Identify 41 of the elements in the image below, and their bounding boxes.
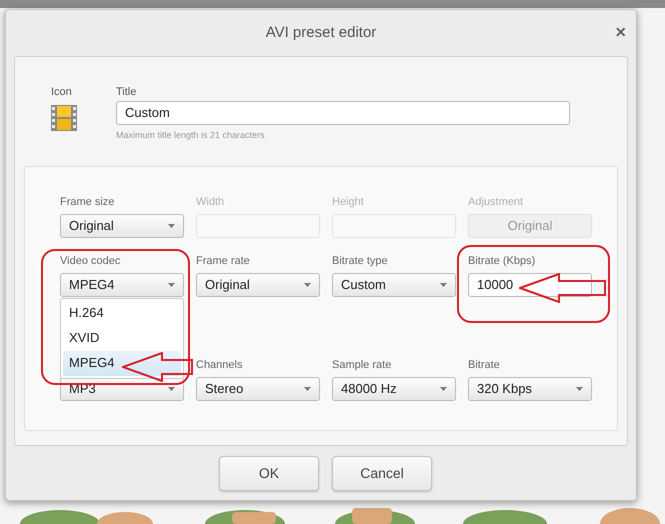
title-field[interactable]: Custom [116, 101, 570, 125]
arrow-icon [519, 273, 607, 303]
field-label: Width [196, 196, 226, 208]
dropdown[interactable]: 48000 Hz [332, 376, 456, 400]
caret-icon [168, 386, 175, 390]
dropdown-option[interactable]: XVID [63, 326, 181, 350]
dropdown[interactable]: Stereo [196, 376, 320, 400]
caret-icon [440, 282, 447, 286]
field-label: Bitrate [468, 358, 501, 372]
dropdown[interactable]: Original [196, 272, 320, 296]
icon-label: Icon [51, 86, 73, 99]
dropdown[interactable]: 320 Kbps [468, 376, 592, 400]
ok-button[interactable]: OK [219, 456, 319, 490]
input-field[interactable]: 10000 [468, 272, 592, 296]
field-label: Bitrate type [332, 254, 389, 268]
arrow-icon [122, 352, 194, 382]
caret-icon [576, 386, 583, 390]
field-label: Title [116, 86, 138, 99]
window-title: AVI preset editor [266, 22, 376, 43]
field-label: Adjustment [468, 196, 524, 208]
caret-icon [168, 282, 175, 286]
field-label: Sample rate [332, 358, 392, 372]
field-label: Frame rate [196, 254, 251, 268]
dropdown[interactable]: MPEG4 [60, 272, 184, 296]
caret-icon [304, 282, 311, 286]
hint-text: Maximum title length is 21 characters [116, 129, 266, 142]
field-label: Height [332, 196, 365, 208]
dropdown[interactable]: Original [60, 214, 184, 238]
field-label: Frame size [60, 196, 116, 208]
caret-icon [440, 386, 447, 390]
caret-icon [304, 386, 311, 390]
field-label: Bitrate (Kbps) [468, 254, 536, 268]
cancel-button[interactable]: Cancel [332, 456, 432, 490]
film-icon [51, 105, 77, 131]
dropdown-option[interactable]: H.264 [63, 300, 181, 326]
field-label: Channels [196, 358, 244, 372]
dropdown-option[interactable]: MPEG4 [63, 350, 181, 376]
caret-icon [168, 224, 175, 228]
close-button[interactable]: × [615, 22, 626, 42]
field-label: Video codec [60, 254, 122, 268]
dropdown[interactable]: Custom [332, 272, 456, 296]
